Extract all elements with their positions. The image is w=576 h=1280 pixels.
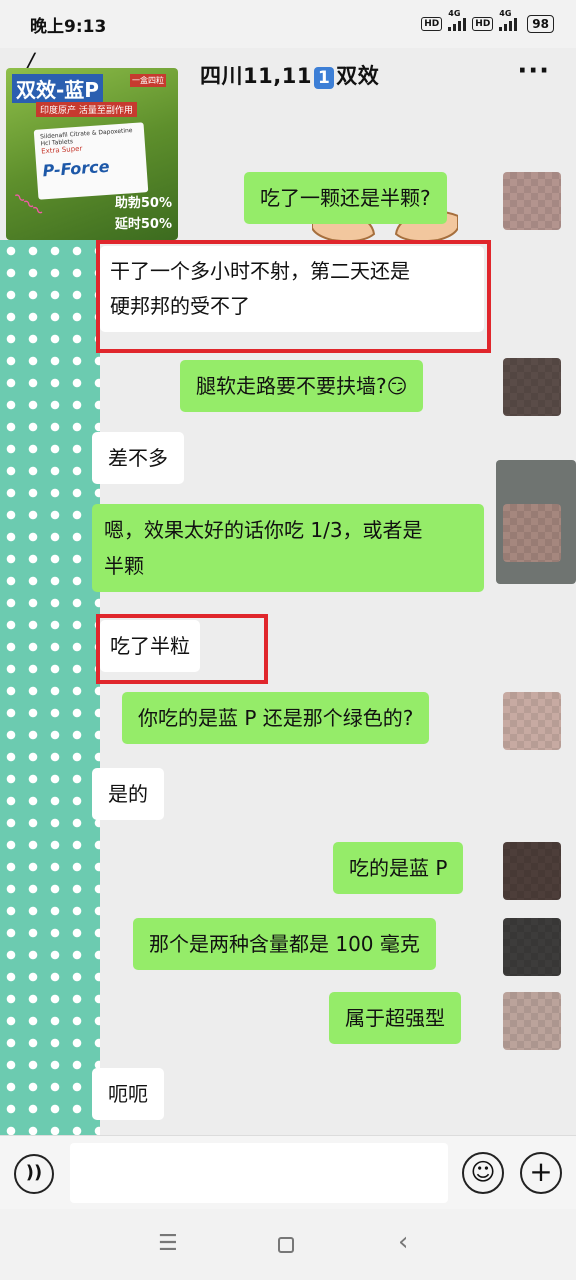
ad-tag-1: 助勃50% [114,196,172,211]
avatar[interactable] [503,358,561,416]
chat-title: 四川11,11 1 双效 [200,60,379,90]
avatar[interactable] [503,172,561,230]
voice-input-icon[interactable]: )) [14,1154,54,1194]
number-badge: 1 [313,67,335,89]
product-box: Sildenafil Citrate & Dapoxetine Hcl Tabl… [33,122,149,200]
message-text: 是的 [108,782,148,806]
avatar[interactable] [503,692,561,750]
polka-dot-overlay [0,240,100,1135]
status-time: 晚上9:13 [30,16,107,37]
highlight-box [96,240,491,353]
status-indicators: HD 4G HD 4G 98 [421,9,554,33]
message-text: 呃呃 [108,1082,148,1106]
plus-icon[interactable]: + [520,1152,562,1194]
chat-title-prefix: 四川11,11 [200,64,312,88]
signal-icon: 4G [448,9,467,31]
more-dots-icon[interactable]: ··· [517,56,550,86]
chat-title-suffix: 双效 [336,64,380,88]
back-icon[interactable]: ‹ [398,1227,408,1257]
product-brand: P-Force [41,156,111,181]
system-nav-bar: ☰ ‹ [0,1209,576,1280]
highlight-box [96,614,268,684]
avatar[interactable] [503,918,561,976]
message-text: 腿软走路要不要扶墙?😏 [196,374,408,398]
message-bubble-incoming[interactable]: 呃呃 [92,1068,164,1120]
avatar[interactable] [503,842,561,900]
advertisement-image[interactable]: 双效-蓝P 一盒四粒 印度原产 活量至副作用 Sildenafil Citrat… [6,68,178,240]
message-text-line2: 半颗 [104,554,144,578]
menu-icon[interactable]: ☰ [158,1231,178,1256]
message-bubble-outgoing[interactable]: 属于超强型 [329,992,461,1044]
avatar[interactable] [503,992,561,1050]
battery-icon: 98 [527,15,554,33]
ad-origin: 印度原产 活量至副作用 [36,102,137,117]
home-icon[interactable] [278,1237,294,1253]
ad-tag-2: 延时50% [114,217,172,232]
chat-area: 吃了一颗还是半颗? 干了一个多小时不射，第二天还是 硬邦邦的受不了 腿软走路要不… [0,100,576,1135]
ad-subtitle: 一盒四粒 [130,74,166,87]
hd-badge: HD [421,17,443,31]
message-text-line1: 嗯，效果太好的话你吃 1/3，或者是 [104,518,423,542]
message-input[interactable] [70,1143,448,1203]
ad-title: 双效-蓝P [12,74,103,103]
network-label-2: 4G [499,9,512,18]
message-bubble-outgoing[interactable]: 你吃的是蓝 P 还是那个绿色的? [122,692,430,744]
avatar[interactable] [503,504,561,562]
message-text: 吃了一颗还是半颗? [260,186,431,210]
message-text: 你吃的是蓝 P 还是那个绿色的? [138,706,414,730]
message-bubble-outgoing[interactable]: 那个是两种含量都是 100 毫克 [133,918,436,970]
message-bubble-incoming[interactable]: 差不多 [92,432,184,484]
message-bubble-outgoing[interactable]: 嗯，效果太好的话你吃 1/3，或者是 半颗 [92,504,484,592]
message-bubble-outgoing[interactable]: 腿软走路要不要扶墙?😏 [180,360,424,412]
message-bubble-outgoing[interactable]: 吃了一颗还是半颗? [244,172,447,224]
emoji-icon[interactable]: ☺ [462,1152,504,1194]
message-text: 属于超强型 [345,1006,445,1030]
message-text: 吃的是蓝 P [349,856,448,880]
hd-badge-2: HD [472,17,494,31]
status-bar: 晚上9:13 HD 4G HD 4G 98 [0,0,576,48]
message-text: 差不多 [108,446,168,470]
signal-icon-2: 4G [499,9,518,31]
message-bubble-outgoing[interactable]: 吃的是蓝 P [333,842,464,894]
message-text: 那个是两种含量都是 100 毫克 [149,932,420,956]
network-label: 4G [448,9,461,18]
input-bar: )) ☺ + [0,1135,576,1209]
message-bubble-incoming[interactable]: 是的 [92,768,164,820]
